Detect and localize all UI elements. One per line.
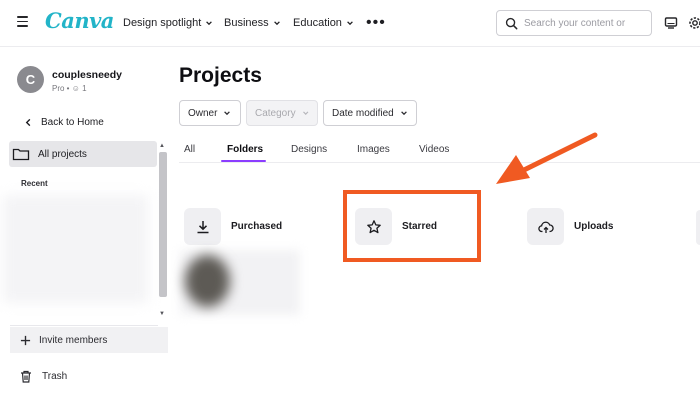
arrow-icon [496,132,598,184]
thumbnail-image-blurred [185,255,230,307]
highlight-box [343,190,481,262]
folder-label: Uploads [574,221,614,232]
search-input[interactable] [524,17,644,29]
chevron-down-icon [400,111,407,116]
settings-icon[interactable] [688,16,700,30]
chevron-down-icon [302,111,308,115]
trash-label: Trash [42,371,68,382]
back-to-home-link[interactable]: Back to Home [24,117,104,128]
scroll-down-arrow[interactable]: ▼ [159,311,165,317]
sidebar-item-label: All projects [38,148,87,160]
chevron-down-icon [224,111,231,116]
nav-label: Education [293,17,342,29]
invite-members-button[interactable]: Invite members [10,327,168,353]
trash-icon [21,370,31,383]
chevron-down-icon [206,21,213,26]
top-bar: Canva Design spotlight Business Educatio… [0,0,700,47]
nav-business[interactable]: Business [224,17,281,29]
tabs-divider [179,162,700,163]
filter-label: Category [255,107,296,119]
folder-icon-tile [527,208,564,245]
scroll-up-arrow[interactable]: ▲ [159,143,165,149]
invite-members-label: Invite members [39,334,108,346]
date-modified-filter[interactable]: Date modified [323,100,417,126]
back-to-home-label: Back to Home [41,117,104,128]
nav-education[interactable]: Education [293,17,354,29]
user-plan: Pro • ☺ 1 [52,84,87,93]
tab-images[interactable]: Images [357,144,390,155]
search-box[interactable] [496,10,652,36]
folder-icon-tile [184,208,221,245]
chevron-down-icon [273,21,280,26]
trash-link[interactable]: Trash [20,370,67,383]
avatar[interactable]: C [17,66,44,93]
sidebar: C couplesneedy Pro • ☺ 1 Back to Home Al… [0,47,170,400]
owner-filter[interactable]: Owner [179,100,241,126]
tab-all[interactable]: All [184,144,195,155]
more-icon[interactable]: ••• [366,14,386,32]
folder-uploads[interactable]: Uploads [527,208,613,245]
chevron-left-icon [25,118,31,127]
folder-label: Purchased [231,221,283,232]
filter-label: Date modified [332,107,394,119]
nav-label: Design spotlight [123,17,202,29]
nav-design-spotlight[interactable]: Design spotlight [123,17,213,29]
user-name: couplesneedy [52,69,123,81]
chevron-down-icon [347,21,353,26]
canva-logo[interactable]: Canva [45,8,114,33]
category-filter[interactable]: Category [246,100,318,126]
tab-designs[interactable]: Designs [291,144,327,155]
cloud-upload-icon [537,221,554,233]
recent-heading: Recent [21,179,48,188]
folder-icon [12,148,30,161]
tab-videos[interactable]: Videos [419,144,449,155]
plus-icon [20,335,31,345]
tab-folders[interactable]: Folders [227,144,263,155]
sidebar-scrollbar[interactable] [159,152,167,297]
recent-list-blurred [3,195,148,303]
sidebar-divider [10,325,158,326]
folder-purchased[interactable]: Purchased [184,208,282,245]
folder-tile-partial[interactable] [696,210,700,245]
download-icon [197,220,208,233]
page-title: Projects [179,64,262,87]
search-icon [505,17,518,29]
filter-label: Owner [188,107,218,119]
nav-label: Business [224,17,269,29]
menu-icon[interactable] [17,16,29,27]
sidebar-item-all-projects[interactable]: All projects [9,141,157,167]
desktop-icon[interactable] [664,16,678,30]
